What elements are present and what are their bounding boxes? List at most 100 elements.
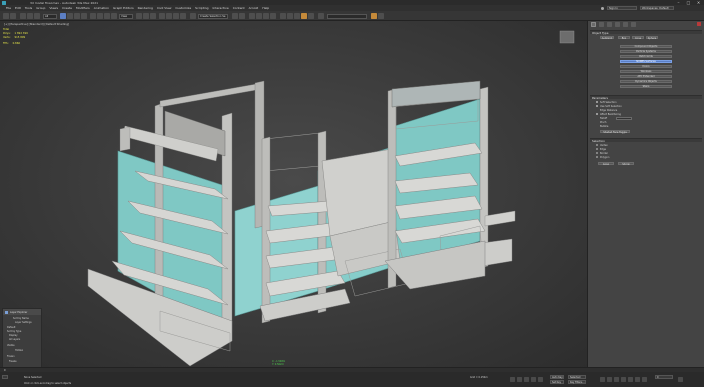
undo-icon[interactable] xyxy=(3,13,9,19)
display-tab-icon[interactable] xyxy=(623,22,628,27)
subbutton-doors[interactable]: Doors xyxy=(620,65,672,68)
scene-render[interactable] xyxy=(0,21,587,377)
menu-animation[interactable]: Animation xyxy=(94,6,109,10)
set-key-button[interactable]: Set Key xyxy=(550,380,564,384)
menu-create[interactable]: Create xyxy=(62,6,72,10)
pivot-center-icon[interactable] xyxy=(136,13,142,19)
selection-header[interactable]: Selection xyxy=(590,138,702,143)
border-radio[interactable] xyxy=(596,152,599,155)
menu-interactive[interactable]: Interactive xyxy=(213,6,229,10)
menu-tools[interactable]: Tools xyxy=(25,6,32,10)
affect-backfacing-checkbox[interactable] xyxy=(596,113,599,116)
play-icon[interactable] xyxy=(524,377,529,382)
menu-customize[interactable]: Customize xyxy=(175,6,191,10)
angle-snap-icon[interactable] xyxy=(166,13,172,19)
float-item[interactable]: All Layers xyxy=(9,338,20,341)
float-item[interactable]: Visible xyxy=(7,344,15,347)
align-icon[interactable] xyxy=(239,13,245,19)
move-icon[interactable] xyxy=(90,13,96,19)
menu-file[interactable]: File xyxy=(6,6,11,10)
render-setup-icon[interactable] xyxy=(287,13,293,19)
motion-tab-icon[interactable] xyxy=(615,22,620,27)
go-to-start-icon[interactable] xyxy=(510,377,515,382)
go-to-end-icon[interactable] xyxy=(538,377,543,382)
edge-radio[interactable] xyxy=(596,148,599,151)
perspective-viewport[interactable]: [+] [Perspective] [Standard] [Default Sh… xyxy=(0,21,587,377)
sphere-button[interactable]: Sphere xyxy=(646,36,658,40)
selection-filter-dropdown[interactable]: All xyxy=(43,13,57,19)
float-item[interactable]: Hidden xyxy=(15,349,23,352)
zoom-icon[interactable] xyxy=(600,377,605,382)
vertex-radio[interactable] xyxy=(596,144,599,147)
field-of-view-icon[interactable] xyxy=(621,377,626,382)
curve-editor-icon[interactable] xyxy=(263,13,269,19)
rotate-icon[interactable] xyxy=(97,13,103,19)
soft-selection-checkbox[interactable] xyxy=(596,101,599,104)
teapot-render-icon[interactable] xyxy=(318,13,324,19)
panel-close-icon[interactable] xyxy=(697,22,701,26)
parameters-header[interactable]: Parameters xyxy=(590,95,702,100)
viewcube[interactable] xyxy=(559,30,575,44)
frame-field[interactable]: 0 xyxy=(655,375,673,379)
material-editor-icon[interactable] xyxy=(280,13,286,19)
create-tab-icon[interactable] xyxy=(591,22,596,27)
box-button[interactable]: Box xyxy=(618,36,630,40)
modify-tab-icon[interactable] xyxy=(599,22,604,27)
menu-content[interactable]: Content xyxy=(233,6,245,10)
placement-icon[interactable] xyxy=(111,13,117,19)
menu-help[interactable]: Help xyxy=(262,6,269,10)
workspace-dropdown[interactable]: Workspaces: Default xyxy=(640,6,674,10)
use-soft-selection-checkbox[interactable] xyxy=(596,105,599,108)
unlink-icon[interactable] xyxy=(27,13,33,19)
menu-modifiers[interactable]: Modifiers xyxy=(76,6,90,10)
polygon-radio[interactable] xyxy=(596,156,599,159)
float-item[interactable]: Freeze xyxy=(9,360,17,363)
window-crossing-icon[interactable] xyxy=(81,13,87,19)
menu-scripting[interactable]: Scripting xyxy=(195,6,208,10)
sign-in-dropdown[interactable]: Sign In xyxy=(607,6,637,10)
float-item[interactable]: Sort by Name xyxy=(13,317,29,320)
link-icon[interactable] xyxy=(20,13,26,19)
utilities-tab-icon[interactable] xyxy=(631,22,636,27)
float-item[interactable]: Default xyxy=(7,326,15,329)
percent-snap-icon[interactable] xyxy=(173,13,179,19)
shrink-button[interactable]: Shrink xyxy=(618,162,634,166)
spinner-snap-icon[interactable] xyxy=(180,13,186,19)
pan-icon[interactable] xyxy=(628,377,633,382)
subbutton-windows[interactable]: Windows xyxy=(620,70,672,73)
select-manipulate-icon[interactable] xyxy=(143,13,149,19)
layer-explorer-icon[interactable] xyxy=(249,13,255,19)
maximize-viewport-icon[interactable] xyxy=(642,377,647,382)
next-frame-icon[interactable] xyxy=(531,377,536,382)
select-by-name-icon[interactable] xyxy=(67,13,73,19)
menu-rendering[interactable]: Rendering xyxy=(138,6,153,10)
edit-named-selection-icon[interactable] xyxy=(190,13,196,19)
autogrid-button[interactable]: AutoGrid xyxy=(600,36,614,40)
keyboard-shortcut-icon[interactable] xyxy=(150,13,156,19)
previous-frame-icon[interactable] xyxy=(517,377,522,382)
named-selection-set-dropdown[interactable]: Create Selection Se xyxy=(198,13,228,19)
layer-explorer-header[interactable]: Layer Explorer xyxy=(3,309,41,315)
reference-coordinate-dropdown[interactable]: View xyxy=(119,13,133,19)
subbutton-dynamics-objects[interactable]: Dynamics Objects xyxy=(620,80,672,83)
mirror-icon[interactable] xyxy=(232,13,238,19)
cone-button[interactable]: Cone xyxy=(632,36,644,40)
snaps-toggle-icon[interactable] xyxy=(159,13,165,19)
rendered-frame-window-icon[interactable] xyxy=(294,13,300,19)
time-config-icon[interactable] xyxy=(678,377,683,382)
float-item[interactable]: Sort by Type xyxy=(7,330,21,333)
zoom-extents-icon[interactable] xyxy=(614,377,619,382)
selected-dropdown[interactable]: Selected xyxy=(568,375,586,379)
menu-group[interactable]: Group xyxy=(36,6,45,10)
render-preset-dropdown[interactable] xyxy=(327,13,367,19)
menu-civil-view[interactable]: Civil View xyxy=(157,6,171,10)
key-filters-button[interactable]: Key Filters... xyxy=(568,380,586,384)
menu-views[interactable]: Views xyxy=(49,6,58,10)
render-in-cloud-icon[interactable] xyxy=(308,13,314,19)
float-item[interactable]: Display xyxy=(9,334,17,337)
falloff-field[interactable] xyxy=(616,117,632,121)
subbutton-patch-grids[interactable]: Patch Grids xyxy=(620,55,672,58)
zoom-all-icon[interactable] xyxy=(607,377,612,382)
orbit-icon[interactable] xyxy=(635,377,640,382)
grow-button[interactable]: Grow xyxy=(598,162,614,166)
